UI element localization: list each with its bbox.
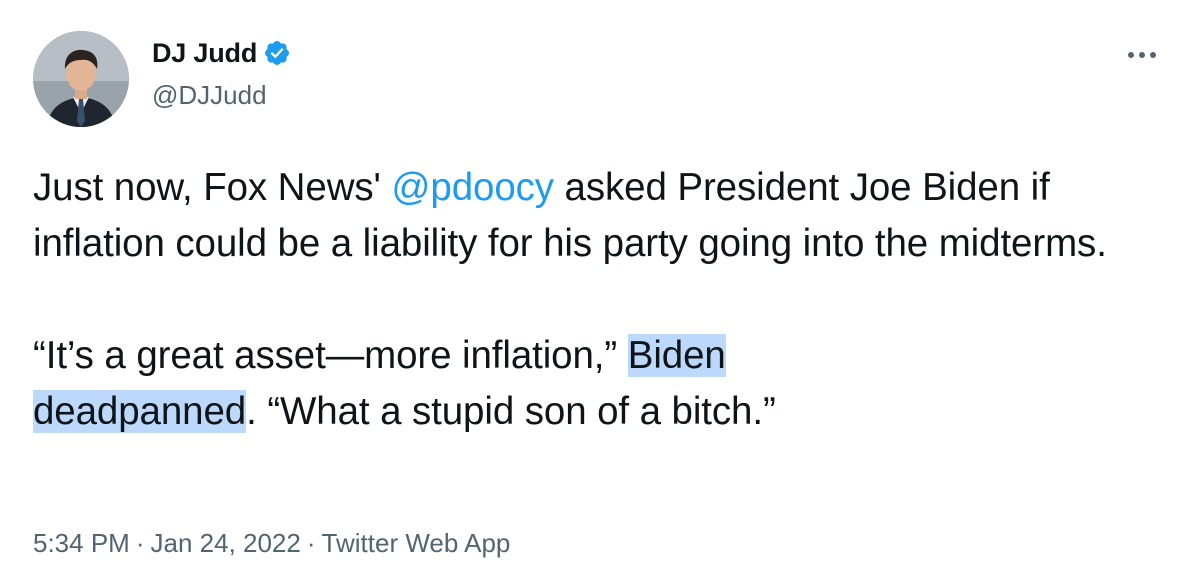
tweet-card: DJ Judd @DJJudd Just now, Fox News' @pdo… <box>0 0 1190 586</box>
tweet-paragraph-2: “It’s a great asset—more inflation,” Bid… <box>33 328 1153 440</box>
separator: · <box>306 528 316 558</box>
avatar[interactable] <box>33 31 129 127</box>
tweet-text-segment: “It’s a great asset—more inflation,” <box>33 334 628 377</box>
tweet-text-segment: Just now, Fox News' <box>33 166 392 209</box>
author-display-name[interactable]: DJ Judd <box>152 38 257 69</box>
tweet-text-segment: . “What a stupid son of a bitch.” <box>246 390 776 433</box>
tweet-metadata: 5:34 PM · Jan 24, 2022 · Twitter Web App <box>33 528 510 559</box>
tweet-time[interactable]: 5:34 PM <box>33 528 130 558</box>
author-handle[interactable]: @DJJudd <box>152 80 267 111</box>
tweet-paragraph-1: Just now, Fox News' @pdoocy asked Presid… <box>33 160 1153 272</box>
highlighted-text: deadpanned <box>33 390 247 433</box>
mention-link[interactable]: @pdoocy <box>391 166 554 209</box>
avatar-image <box>33 31 129 127</box>
separator: · <box>135 528 145 558</box>
tweet-text: Just now, Fox News' @pdoocy asked Presid… <box>33 160 1153 440</box>
tweet-date[interactable]: Jan 24, 2022 <box>151 528 301 558</box>
verified-badge-icon <box>263 39 291 67</box>
highlighted-text: Biden <box>627 334 726 377</box>
tweet-source[interactable]: Twitter Web App <box>322 528 511 558</box>
author-name-row: DJ Judd <box>152 36 291 70</box>
more-options-icon[interactable] <box>1122 40 1162 70</box>
